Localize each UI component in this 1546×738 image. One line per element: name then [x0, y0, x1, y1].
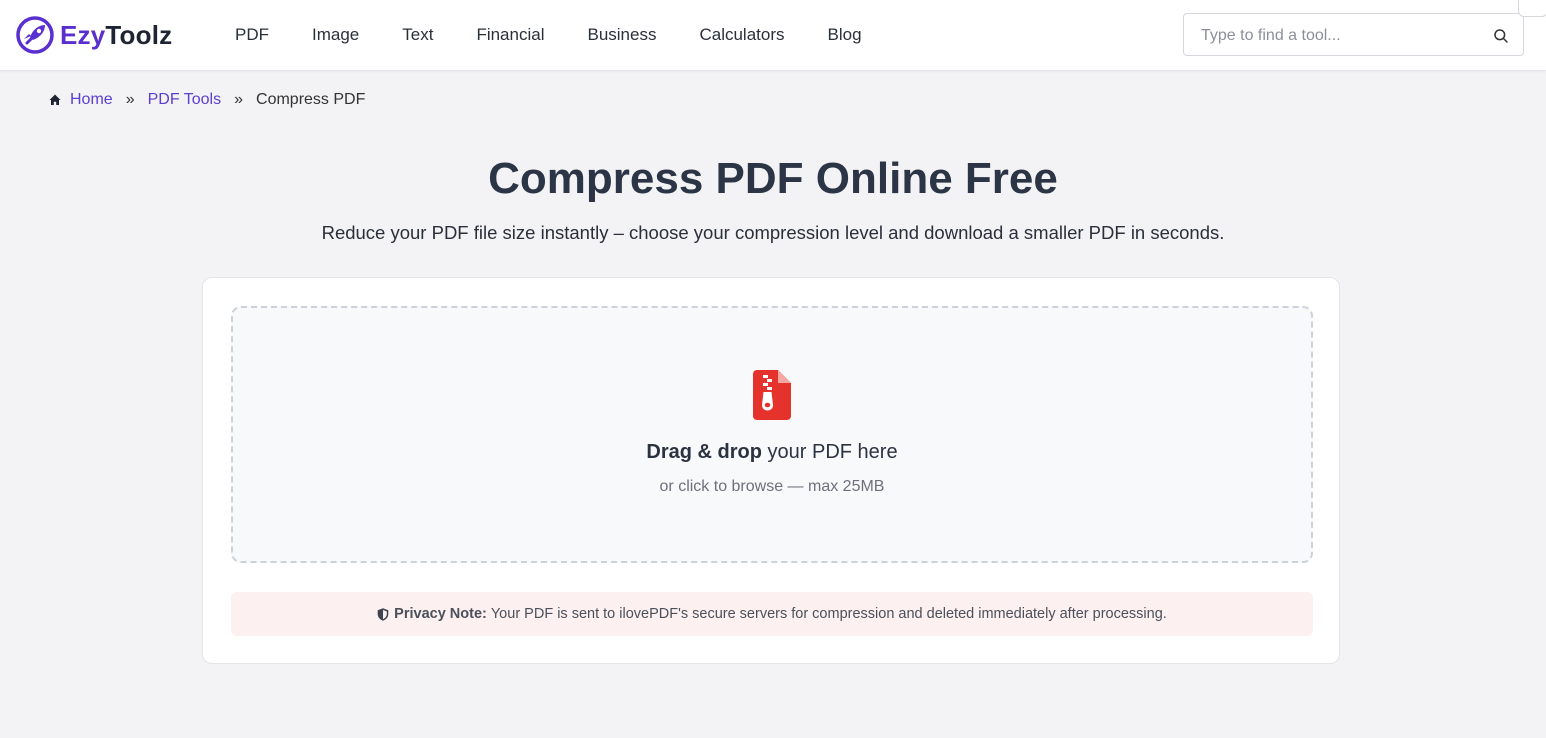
page-subtitle: Reduce your PDF file size instantly – ch…	[321, 222, 1225, 243]
breadcrumb-separator: »	[125, 91, 135, 108]
dropzone-main-text: Drag & drop your PDF here	[233, 439, 1311, 465]
nav-item-text[interactable]: Text	[402, 24, 433, 46]
upload-card: Drag & drop your PDF here or click to br…	[202, 277, 1340, 664]
site-logo[interactable]: EzyToolz	[16, 16, 172, 54]
breadcrumb: Home » PDF Tools » Compress PDF	[49, 90, 365, 110]
pdf-dropzone[interactable]: Drag & drop your PDF here or click to br…	[231, 306, 1313, 563]
breadcrumb-home-link[interactable]: Home	[70, 90, 113, 110]
site-header: EzyToolz PDF Image Text Financial Busine…	[0, 0, 1546, 71]
privacy-note-label: Privacy Note:	[394, 606, 487, 622]
logo-text-toolz: Toolz	[105, 19, 173, 50]
privacy-note-text: Your PDF is sent to ilovePDF's secure se…	[490, 606, 1167, 622]
nav-item-image[interactable]: Image	[312, 24, 359, 46]
breadcrumb-current: Compress PDF	[256, 91, 366, 108]
tool-search-box	[1183, 13, 1524, 56]
home-icon	[49, 94, 61, 105]
corner-tab[interactable]	[1518, 0, 1546, 17]
nav-item-business[interactable]: Business	[587, 24, 656, 46]
shield-icon	[377, 607, 389, 621]
main-nav: PDF Image Text Financial Business Calcul…	[235, 24, 905, 46]
page-title: Compress PDF Online Free	[488, 154, 1058, 203]
file-zipper-icon	[753, 370, 791, 420]
breadcrumb-separator: »	[234, 91, 244, 108]
dropzone-rest-text: your PDF here	[761, 441, 898, 463]
nav-item-blog[interactable]: Blog	[828, 24, 862, 46]
nav-item-calculators[interactable]: Calculators	[699, 24, 784, 46]
logo-text: EzyToolz	[60, 20, 172, 51]
search-input[interactable]	[1199, 24, 1483, 48]
nav-item-pdf[interactable]: PDF	[235, 24, 269, 46]
search-icon[interactable]	[1493, 28, 1509, 44]
dropzone-sub-text: or click to browse — max 25MB	[659, 478, 885, 495]
nav-item-financial[interactable]: Financial	[476, 24, 544, 46]
breadcrumb-pdf-tools-link[interactable]: PDF Tools	[148, 90, 222, 110]
privacy-note: Privacy Note: Your PDF is sent to iloveP…	[231, 592, 1313, 636]
rocket-logo-icon	[16, 16, 54, 54]
logo-text-ezy: Ezy	[60, 19, 106, 50]
dropzone-bold-text: Drag & drop	[646, 441, 762, 463]
